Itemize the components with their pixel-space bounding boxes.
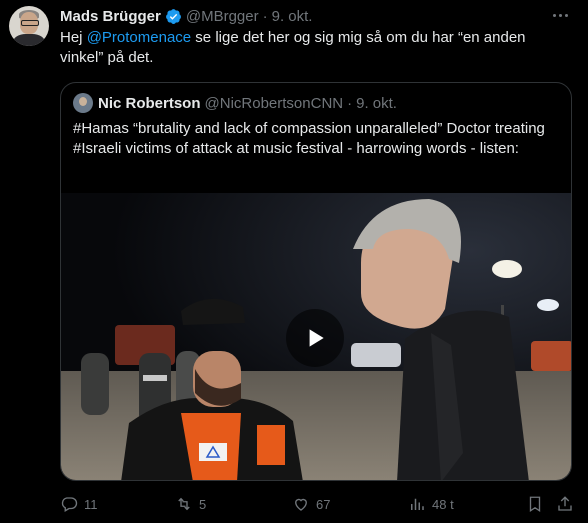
repost-icon: [178, 497, 190, 511]
tweet-date[interactable]: 9. okt.: [272, 8, 313, 25]
views-icon: [411, 498, 424, 510]
repost-button[interactable]: 5: [175, 494, 206, 514]
like-count: 67: [316, 496, 331, 512]
author-handle[interactable]: @MBrgger: [186, 8, 259, 25]
more-icon[interactable]: [550, 5, 570, 25]
quoted-author-name: Nic Robertson: [98, 94, 201, 112]
tweet-header: Mads Brügger @MBrgger · 9. okt.: [60, 6, 312, 26]
share-button[interactable]: [556, 494, 580, 514]
author-avatar[interactable]: [9, 6, 49, 46]
views-button[interactable]: 48 t: [408, 494, 454, 514]
views-count: 48 t: [432, 496, 454, 512]
tweet-text: Hej @Protomenace se lige det her og sig …: [60, 28, 560, 68]
like-icon: [295, 498, 307, 511]
quoted-tweet[interactable]: Nic Robertson @NicRobertsonCNN · 9. okt.…: [60, 82, 572, 481]
repost-count: 5: [199, 496, 207, 512]
verified-badge-icon: [165, 8, 181, 24]
quoted-author-avatar: [73, 93, 93, 113]
quoted-tweet-header: Nic Robertson @NicRobertsonCNN · 9. okt.: [73, 93, 397, 113]
bookmark-icon: [529, 496, 541, 513]
separator-dot: ·: [262, 7, 268, 25]
reply-count: 11: [84, 496, 98, 512]
like-button[interactable]: 67: [292, 494, 330, 514]
quoted-separator-dot: ·: [347, 94, 353, 112]
mention-link[interactable]: @Protomenace: [87, 29, 191, 46]
quoted-tweet-text: #Hamas “brutality and lack of compassion…: [73, 120, 545, 157]
quoted-tweet-date: 9. okt.: [356, 94, 397, 112]
bookmark-button[interactable]: [526, 494, 550, 514]
tweet-text-start: Hej: [60, 29, 87, 46]
play-icon[interactable]: [286, 309, 344, 367]
author-name[interactable]: Mads Brügger: [60, 8, 161, 25]
action-bar: 11 5 67 48 t: [60, 494, 576, 514]
share-icon: [558, 496, 572, 511]
quoted-author-handle: @NicRobertsonCNN: [204, 94, 344, 112]
tweet[interactable]: Mads Brügger @MBrgger · 9. okt. Hej @Pro…: [0, 0, 588, 523]
video-player[interactable]: [61, 193, 571, 480]
reply-icon: [61, 497, 78, 512]
reply-button[interactable]: 11: [60, 494, 98, 514]
